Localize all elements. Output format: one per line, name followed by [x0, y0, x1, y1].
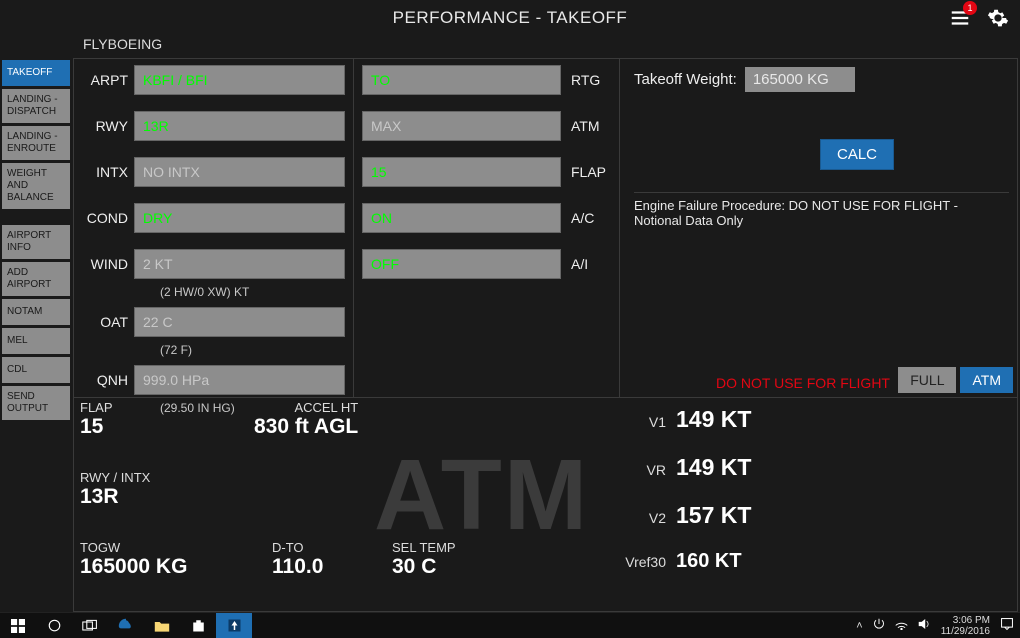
tray-network-icon[interactable] [895, 618, 908, 633]
efp-text: Engine Failure Procedure: DO NOT USE FOR… [634, 192, 1009, 228]
edge-icon[interactable] [108, 613, 144, 638]
sidebar-spacer [2, 212, 70, 222]
wind-label: WIND [82, 256, 134, 272]
wind-sub: (2 HW/0 XW) KT [82, 285, 345, 299]
seltemp-result-value: 30 C [392, 555, 456, 579]
intx-field[interactable]: NO INTX [134, 157, 345, 187]
sidebar-item-notam[interactable]: NOTAM [2, 299, 70, 325]
cond-label: COND [82, 210, 134, 226]
tray-chevron-icon[interactable]: ˄ [856, 620, 862, 632]
atm-label: ATM [561, 118, 611, 134]
sidebar-item-send-output[interactable]: SEND OUTPUT [2, 386, 70, 420]
results-panel: ATM FLAP 15 ACCEL HT 830 ft AGL RWY / IN… [74, 397, 1017, 605]
dto-result-value: 110.0 [272, 555, 323, 579]
flap-result-value: 15 [80, 415, 113, 439]
arpt-field[interactable]: KBFI / BFI [134, 65, 345, 95]
app-taskbar-icon[interactable] [216, 613, 252, 638]
flap-result-label: FLAP [80, 400, 113, 415]
config-column: TORTG MAXATM 15FLAP ONA/C OFFA/I [354, 59, 620, 397]
qnh-label: QNH [82, 372, 134, 388]
sidebar-item-takeoff[interactable]: TAKEOFF [2, 60, 70, 86]
wind-field[interactable]: 2 KT [134, 249, 345, 279]
sidebar-item-weight-and-balance[interactable]: WEIGHT AND BALANCE [2, 163, 70, 209]
task-view-icon[interactable] [72, 613, 108, 638]
arpt-label: ARPT [82, 72, 134, 88]
sidebar-item-landing-enroute[interactable]: LANDING - ENROUTE [2, 126, 70, 160]
togw-result-label: TOGW [80, 540, 187, 555]
ac-label: A/C [561, 210, 611, 226]
sidebar-item-mel[interactable]: MEL [2, 328, 70, 354]
ai-label: A/I [561, 256, 611, 272]
tray-volume-icon[interactable] [918, 618, 931, 633]
gear-icon[interactable] [984, 4, 1012, 32]
cond-field[interactable]: DRY [134, 203, 345, 233]
cortana-icon[interactable] [36, 613, 72, 638]
vr-label: VR [620, 462, 666, 478]
tray-power-icon[interactable] [873, 618, 885, 633]
start-icon[interactable] [0, 613, 36, 638]
oat-field[interactable]: 22 C [134, 307, 345, 337]
sidebar: TAKEOFF LANDING - DISPATCHLANDING - ENROU… [2, 60, 70, 423]
vr-value: 149 KT [676, 454, 751, 481]
header-title: PERFORMANCE - TAKEOFF [393, 8, 628, 28]
flap-label: FLAP [561, 164, 611, 180]
rtg-field[interactable]: TO [362, 65, 561, 95]
store-icon[interactable] [180, 613, 216, 638]
app-window: PERFORMANCE - TAKEOFF 1 FLYBOEING TAKEOF… [0, 0, 1020, 612]
vref30-value: 160 KT [676, 550, 742, 573]
sidebar-item-airport-info[interactable]: AIRPORT INFO [2, 225, 70, 259]
main-panel: ARPTKBFI / BFI RWY13R INTXNO INTX CONDDR… [73, 58, 1018, 612]
rwyintx-result-label: RWY / INTX [80, 470, 150, 485]
rtg-label: RTG [561, 72, 611, 88]
rwy-field[interactable]: 13R [134, 111, 345, 141]
tow-value[interactable]: 165000 KG [745, 67, 855, 92]
accel-result-label: ACCEL HT [254, 400, 358, 415]
accel-result-value: 830 ft AGL [254, 415, 358, 439]
header: PERFORMANCE - TAKEOFF 1 [0, 0, 1020, 36]
ac-field[interactable]: ON [362, 203, 561, 233]
subheader: FLYBOEING [83, 36, 162, 52]
sidebar-item-landing-dispatch[interactable]: LANDING - DISPATCH [2, 89, 70, 123]
menu-icon[interactable]: 1 [946, 4, 974, 32]
v1-label: V1 [620, 414, 666, 430]
atm-field[interactable]: MAX [362, 111, 561, 141]
seltemp-result-label: SEL TEMP [392, 540, 456, 555]
watermark: ATM [374, 438, 589, 553]
ai-field[interactable]: OFF [362, 249, 561, 279]
calc-button[interactable]: CALC [820, 139, 894, 170]
warning-text: DO NOT USE FOR FLIGHT [716, 375, 890, 391]
rwy-label: RWY [82, 118, 134, 134]
rwyintx-result-value: 13R [80, 485, 150, 509]
oat-label: OAT [82, 314, 134, 330]
tray-notifications-icon[interactable] [1000, 617, 1014, 634]
full-mode-button[interactable]: FULL [898, 367, 956, 393]
v2-label: V2 [620, 510, 666, 526]
intx-label: INTX [82, 164, 134, 180]
notification-badge: 1 [963, 1, 977, 15]
oat-sub: (72 F) [82, 343, 345, 357]
v2-value: 157 KT [676, 502, 751, 529]
togw-result-value: 165000 KG [80, 555, 187, 579]
dto-result-label: D-TO [272, 540, 323, 555]
windows-taskbar: ˄ 3:06 PM 11/29/2016 [0, 612, 1020, 638]
flap-field[interactable]: 15 [362, 157, 561, 187]
sidebar-item-cdl[interactable]: CDL [2, 357, 70, 383]
file-explorer-icon[interactable] [144, 613, 180, 638]
v1-value: 149 KT [676, 406, 751, 433]
weight-column: Takeoff Weight: 165000 KG CALC Engine Fa… [620, 59, 1017, 397]
sidebar-item-add-airport[interactable]: ADD AIRPORT [2, 262, 70, 296]
taskbar-clock[interactable]: 3:06 PM 11/29/2016 [941, 615, 990, 637]
airport-column: ARPTKBFI / BFI RWY13R INTXNO INTX CONDDR… [74, 59, 354, 397]
vref30-label: Vref30 [620, 554, 666, 570]
atm-mode-button[interactable]: ATM [960, 367, 1013, 393]
qnh-field[interactable]: 999.0 HPa [134, 365, 345, 395]
tow-label: Takeoff Weight: [634, 71, 737, 88]
